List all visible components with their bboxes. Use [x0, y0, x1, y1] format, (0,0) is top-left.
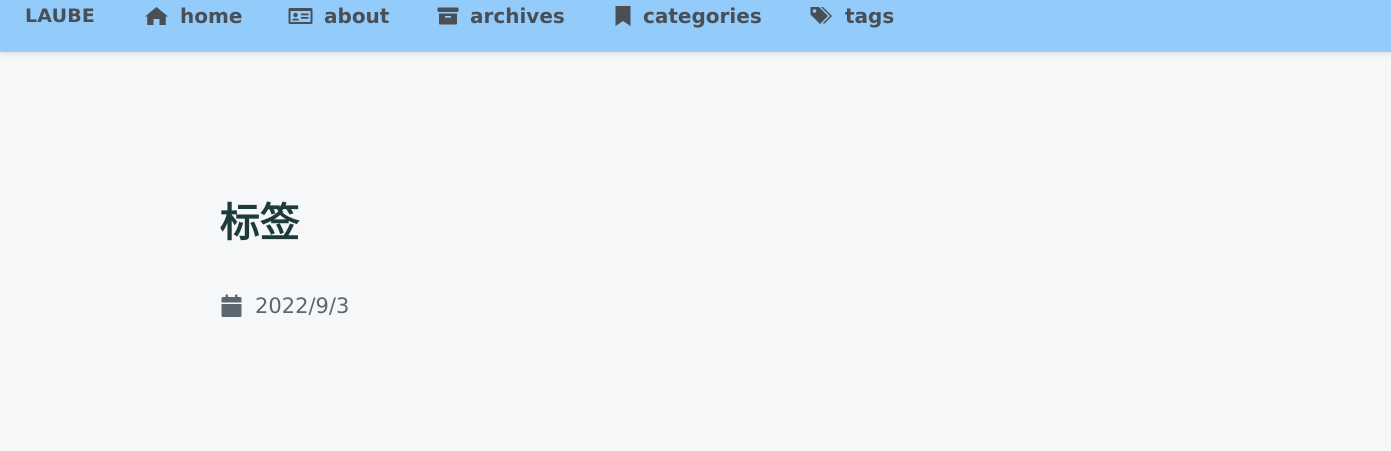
id-card-icon: [288, 6, 313, 26]
archive-box-icon: [437, 6, 459, 26]
nav-home-link[interactable]: home: [144, 0, 242, 32]
nav-about-link[interactable]: about: [288, 0, 389, 32]
calendar-icon: [221, 294, 242, 318]
home-icon: [144, 6, 169, 26]
page-title: 标签: [220, 200, 300, 246]
nav-archives-label: archives: [470, 4, 565, 28]
nav-home-label: home: [180, 4, 243, 28]
nav-tags-label: tags: [845, 4, 895, 28]
brand-logo-link[interactable]: LAUBE: [25, 0, 95, 32]
nav-archives-link[interactable]: archives: [437, 0, 565, 32]
nav-tags-link[interactable]: tags: [810, 0, 894, 32]
nav-categories-label: categories: [643, 4, 762, 28]
tags-icon: [810, 6, 834, 26]
nav-about-label: about: [324, 4, 390, 28]
post-meta: 2022/9/3: [221, 290, 349, 322]
bookmark-icon: [614, 5, 632, 27]
top-navbar: LAUBE home about archives categories tag…: [0, 0, 1391, 52]
nav-categories-link[interactable]: categories: [614, 0, 762, 32]
post-date: 2022/9/3: [255, 294, 350, 318]
